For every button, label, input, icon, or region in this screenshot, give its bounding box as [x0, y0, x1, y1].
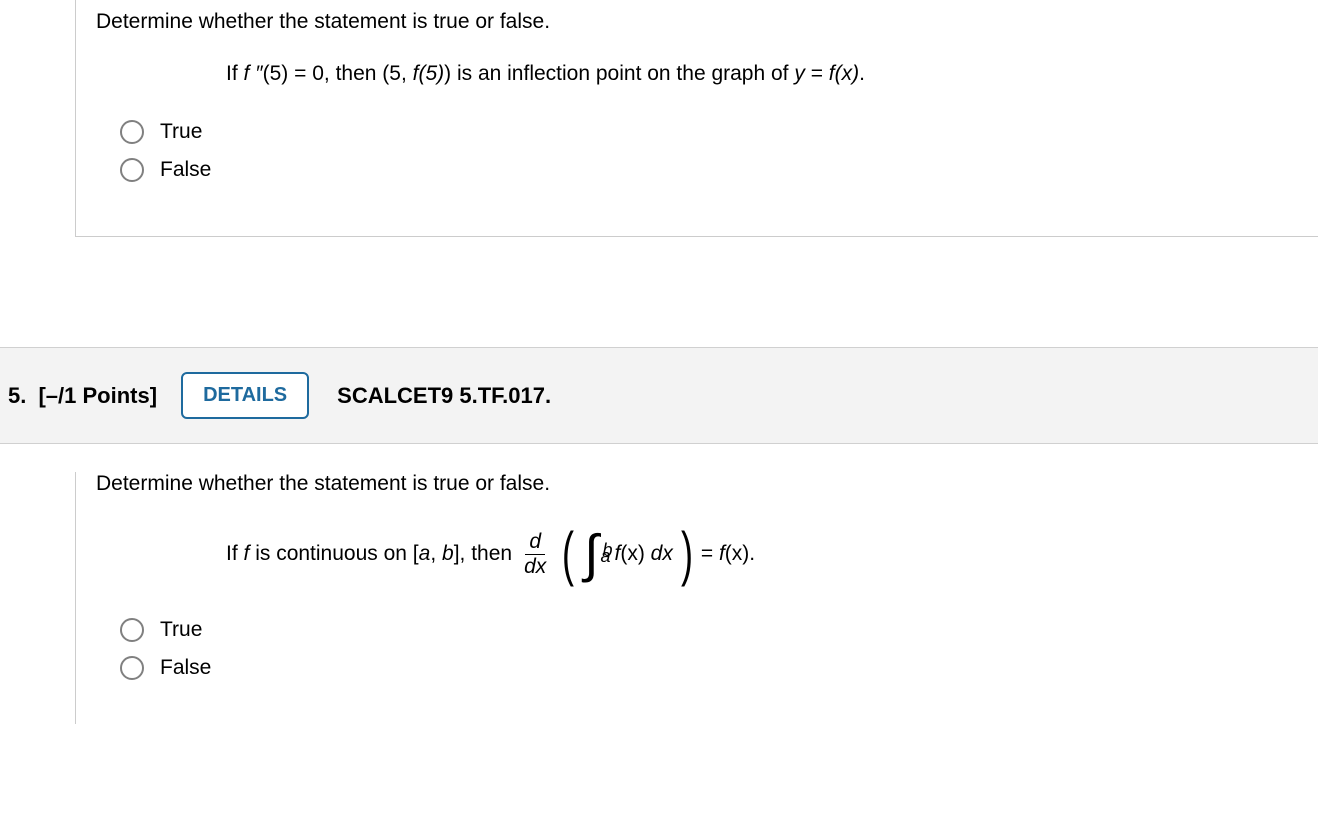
- q1-prompt: Determine whether the statement is true …: [96, 10, 1298, 34]
- t: (5) = 0, then (5,: [263, 62, 413, 85]
- q1-text: If f ″(5) = 0, then (5, f(5)) is an infl…: [226, 62, 865, 86]
- right-paren-icon: ): [681, 524, 693, 584]
- t: ], then: [454, 542, 512, 565]
- lower-limit: a: [600, 530, 610, 582]
- integral-icon: ∫ b a: [584, 528, 598, 580]
- radio-icon[interactable]: [120, 618, 144, 642]
- q2-statement: If f is continuous on [a, b], then d dx …: [226, 524, 1298, 584]
- t: ,: [430, 542, 442, 565]
- t: ) is an inflection point on the graph of: [444, 62, 794, 85]
- q2-option-true-label: True: [160, 618, 202, 642]
- q2-prompt: Determine whether the statement is true …: [96, 472, 1298, 496]
- left-paren-icon: (: [562, 524, 574, 584]
- fx: f(x): [829, 62, 859, 85]
- y: y: [794, 62, 805, 85]
- x: (x).: [725, 542, 755, 565]
- radio-icon[interactable]: [120, 120, 144, 144]
- d-dx-fraction: d dx: [520, 530, 550, 579]
- x: (x): [620, 542, 650, 565]
- f-of-5: f(5): [413, 62, 445, 85]
- q1-option-false-row[interactable]: False: [120, 158, 1298, 182]
- question-1-body: Determine whether the statement is true …: [75, 0, 1318, 237]
- b: b: [442, 542, 454, 565]
- t: =: [805, 62, 829, 85]
- details-button[interactable]: DETAILS: [181, 372, 309, 419]
- q1-option-false-label: False: [160, 158, 211, 182]
- q2-option-true-row[interactable]: True: [120, 618, 1298, 642]
- question-number: 5. [–/1 Points]: [8, 383, 157, 409]
- rhs: = f(x).: [701, 542, 755, 566]
- dx: dx: [651, 542, 673, 565]
- numerator: d: [525, 530, 545, 555]
- t: .: [859, 62, 865, 85]
- t: If: [226, 542, 244, 565]
- q1-option-true-row[interactable]: True: [120, 120, 1298, 144]
- q2-text-lead: If f is continuous on [a, b], then: [226, 542, 512, 566]
- q1-option-true-label: True: [160, 120, 202, 144]
- denominator: dx: [520, 555, 550, 579]
- q2-option-false-row[interactable]: False: [120, 656, 1298, 680]
- integral-expression: ∫ b a f(x) dx: [582, 528, 673, 580]
- radio-icon[interactable]: [120, 656, 144, 680]
- a: a: [419, 542, 431, 565]
- t: is continuous on [: [249, 542, 418, 565]
- question-header: 5. [–/1 Points] DETAILS SCALCET9 5.TF.01…: [0, 347, 1318, 444]
- source-reference: SCALCET9 5.TF.017.: [337, 383, 551, 409]
- q1-statement: If f ″(5) = 0, then (5, f(5)) is an infl…: [226, 62, 1298, 86]
- q2-option-false-label: False: [160, 656, 211, 680]
- integrand: f(x) dx: [615, 542, 673, 566]
- num: 5.: [8, 383, 26, 408]
- radio-icon[interactable]: [120, 158, 144, 182]
- f-double-prime: f ″: [244, 62, 263, 85]
- question-2-body: Determine whether the statement is true …: [75, 472, 1318, 724]
- t: If: [226, 62, 244, 85]
- points: [–/1 Points]: [38, 383, 157, 408]
- eq: =: [701, 542, 719, 565]
